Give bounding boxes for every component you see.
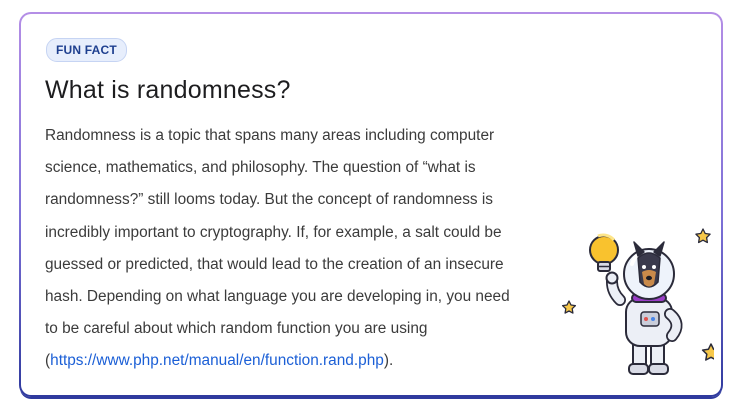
astronaut-dog-illustration <box>561 228 714 375</box>
lightbulb-icon <box>589 233 619 272</box>
star-icon <box>561 300 577 314</box>
fun-fact-card: FUN FACT What is randomness? Randomness … <box>19 12 723 397</box>
php-rand-link[interactable]: https://www.php.net/manual/en/function.r… <box>50 352 384 369</box>
fun-fact-badge: FUN FACT <box>46 38 127 62</box>
body-tail-text: ). <box>383 352 394 370</box>
star-icon <box>695 228 711 244</box>
body-lead-text: Randomness is a topic that spans many ar… <box>45 127 510 370</box>
star-icon <box>701 343 714 361</box>
card-body: Randomness is a topic that spans many ar… <box>45 120 523 378</box>
card-title: What is randomness? <box>45 76 291 104</box>
